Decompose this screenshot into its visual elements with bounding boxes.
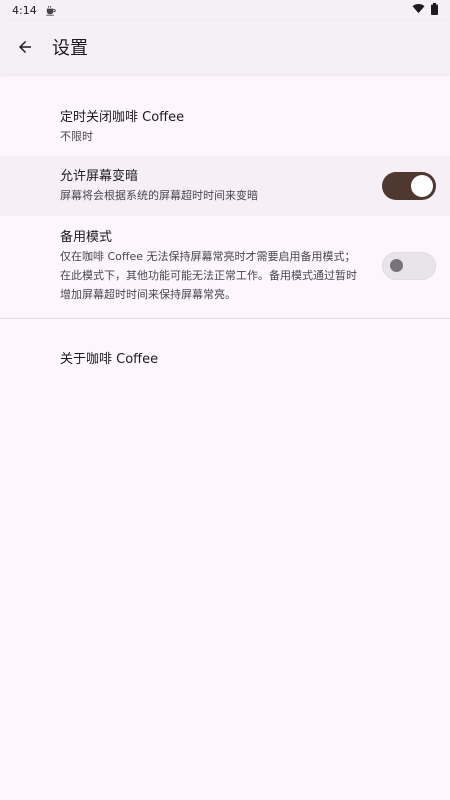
setting-about[interactable]: 关于咖啡 Coffee xyxy=(0,319,450,401)
setting-backup-mode-summary: 仅在咖啡 Coffee 无法保持屏幕常亮时才需要启用备用模式；在此模式下，其他功… xyxy=(60,249,357,301)
backup-mode-switch[interactable] xyxy=(382,252,436,280)
back-button[interactable] xyxy=(14,36,36,58)
setting-timer-title: 定时关闭咖啡 Coffee xyxy=(60,109,185,125)
page-title: 设置 xyxy=(52,38,88,59)
setting-allow-dim-title: 允许屏幕变暗 xyxy=(60,168,139,184)
setting-about-title: 关于咖啡 Coffee xyxy=(60,352,159,367)
switch-thumb xyxy=(390,259,403,272)
setting-backup-mode-title: 备用模式 xyxy=(60,229,113,245)
wifi-icon xyxy=(412,3,425,17)
app-bar: 设置 xyxy=(0,20,450,74)
settings-list: 定时关闭咖啡 Coffee 不限时 允许屏幕变暗 屏幕将会根据系统的屏幕超时时间… xyxy=(0,74,450,401)
arrow-back-icon xyxy=(19,41,31,53)
status-bar: 4:14 xyxy=(0,0,450,20)
battery-icon xyxy=(431,2,438,18)
setting-backup-mode[interactable]: 备用模式 仅在咖啡 Coffee 无法保持屏幕常亮时才需要启用备用模式；在此模式… xyxy=(0,216,450,316)
allow-dim-switch[interactable] xyxy=(382,172,436,200)
switch-thumb xyxy=(411,175,433,197)
setting-timer[interactable]: 定时关闭咖啡 Coffee 不限时 xyxy=(0,98,450,156)
status-time: 4:14 xyxy=(12,3,37,17)
setting-timer-summary: 不限时 xyxy=(60,129,93,143)
setting-allow-dim[interactable]: 允许屏幕变暗 屏幕将会根据系统的屏幕超时时间来变暗 xyxy=(0,156,450,216)
coffee-cup-icon xyxy=(45,5,56,16)
setting-allow-dim-summary: 屏幕将会根据系统的屏幕超时时间来变暗 xyxy=(60,188,258,202)
